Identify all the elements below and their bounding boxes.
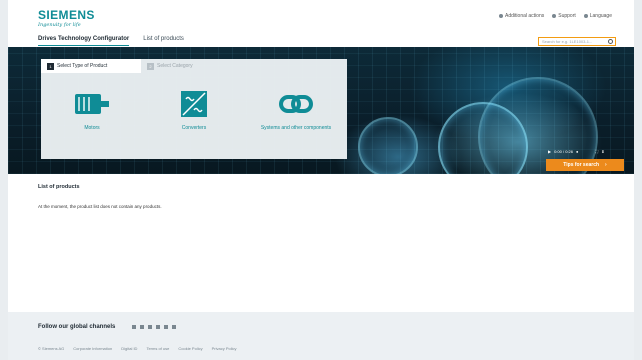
- header: SIEMENS Ingenuity for life Additional ac…: [8, 0, 634, 46]
- category-motors[interactable]: Motors: [41, 79, 143, 159]
- video-controls[interactable]: ▶ 0:00 / 0:26 ● ⛶ ⬇: [548, 147, 624, 155]
- support-label: Support: [558, 13, 576, 19]
- linkedin-icon[interactable]: [140, 325, 144, 329]
- corporate-information-link[interactable]: Corporate Information: [73, 346, 112, 351]
- support-icon: [552, 14, 557, 18]
- siemens-logo[interactable]: SIEMENS Ingenuity for life: [38, 9, 95, 28]
- play-icon[interactable]: ▶: [548, 149, 551, 154]
- follow-channels-title: Follow our global channels: [38, 324, 116, 330]
- volume-icon[interactable]: ●: [576, 149, 578, 154]
- category-label: Converters: [181, 125, 207, 131]
- motor-icon: [73, 89, 111, 119]
- download-icon[interactable]: ⬇: [601, 149, 604, 154]
- converter-icon: [179, 89, 209, 119]
- page-frame: SIEMENS Ingenuity for life Additional ac…: [8, 0, 634, 360]
- tab-list-of-products[interactable]: List of products: [143, 36, 184, 46]
- selector-steps: 1 Select Type of Product 2 Select Catego…: [41, 59, 347, 73]
- category-label: Systems and other components: [260, 125, 332, 131]
- language-label: Language: [589, 13, 612, 19]
- link-icon: [278, 89, 314, 119]
- search-icon[interactable]: [608, 39, 613, 44]
- additional-actions-label: Additional actions: [505, 13, 545, 19]
- youtube-icon[interactable]: [164, 325, 168, 329]
- language-link[interactable]: Language: [583, 13, 612, 19]
- tips-for-search-button[interactable]: Tips for search ›: [546, 159, 624, 171]
- settings-icon: [499, 14, 504, 18]
- legal-links: © Siemens AG Corporate Information Digit…: [38, 346, 237, 351]
- products-empty-message: At the moment, the product list does not…: [38, 204, 162, 209]
- logo-tagline: Ingenuity for life: [38, 22, 81, 28]
- globe-icon: [583, 14, 588, 18]
- support-link[interactable]: Support: [552, 13, 576, 19]
- xing-icon[interactable]: [156, 325, 160, 329]
- step-number: 2: [147, 62, 154, 70]
- terms-of-use-link[interactable]: Terms of use: [146, 346, 169, 351]
- step-select-category[interactable]: 2 Select Category: [141, 59, 199, 73]
- cta-label: Tips for search: [563, 162, 600, 168]
- category-converters[interactable]: Converters: [143, 79, 245, 159]
- facebook-icon[interactable]: [132, 325, 136, 329]
- additional-actions-link[interactable]: Additional actions: [499, 13, 544, 19]
- twitter-icon[interactable]: [148, 325, 152, 329]
- video-time: 0:00 / 0:26: [554, 148, 573, 154]
- category-label: Motors: [84, 125, 100, 131]
- search-input[interactable]: Search for e.g. 1LE1003-1...: [538, 37, 616, 46]
- tab-configurator[interactable]: Drives Technology Configurator: [38, 36, 130, 46]
- step-label: Select Category: [157, 63, 193, 69]
- category-systems[interactable]: Systems and other components: [245, 79, 347, 159]
- gear-graphic: [358, 117, 418, 174]
- main-nav: Drives Technology Configurator List of p…: [38, 36, 184, 46]
- step-select-type[interactable]: 1 Select Type of Product: [41, 59, 141, 73]
- privacy-policy-link[interactable]: Privacy Policy: [212, 346, 237, 351]
- footer: Follow our global channels © Siemens AG …: [8, 312, 634, 360]
- product-categories: Motors Converters Systems and other comp…: [41, 79, 347, 159]
- social-icons: [132, 325, 176, 329]
- digital-id-link[interactable]: Digital ID: [121, 346, 137, 351]
- fullscreen-icon[interactable]: ⛶: [595, 149, 598, 154]
- search-placeholder: Search for e.g. 1LE1003-1...: [542, 39, 593, 44]
- chevron-right-icon: ›: [605, 162, 607, 168]
- instagram-icon[interactable]: [172, 325, 176, 329]
- top-links: Additional actions Support Language: [499, 13, 612, 19]
- step-number: 1: [47, 62, 54, 70]
- product-selector-panel: 1 Select Type of Product 2 Select Catego…: [41, 59, 347, 159]
- cookie-policy-link[interactable]: Cookie Policy: [178, 346, 202, 351]
- step-label: Select Type of Product: [57, 63, 108, 69]
- logo-wordmark: SIEMENS: [38, 8, 95, 22]
- products-title: List of products: [38, 184, 80, 190]
- copyright: © Siemens AG: [38, 346, 65, 351]
